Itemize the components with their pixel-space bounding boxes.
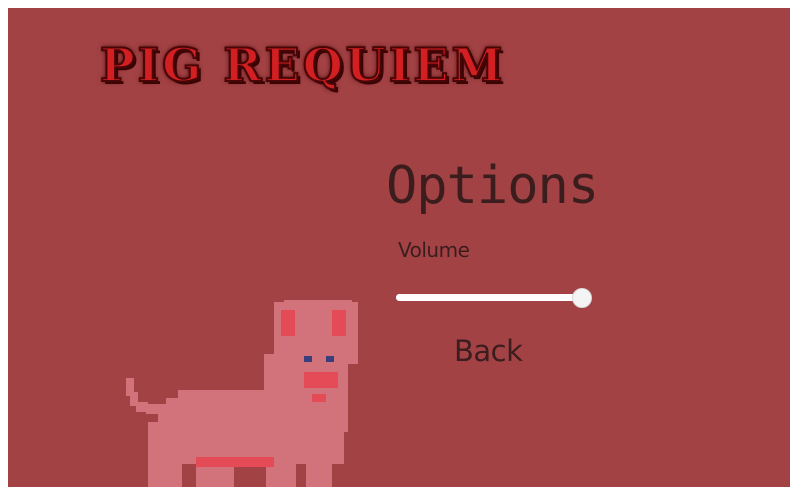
game-screen: Pig Requiem Options Volume Back [8,8,790,487]
pixel-pig-icon [126,300,358,487]
